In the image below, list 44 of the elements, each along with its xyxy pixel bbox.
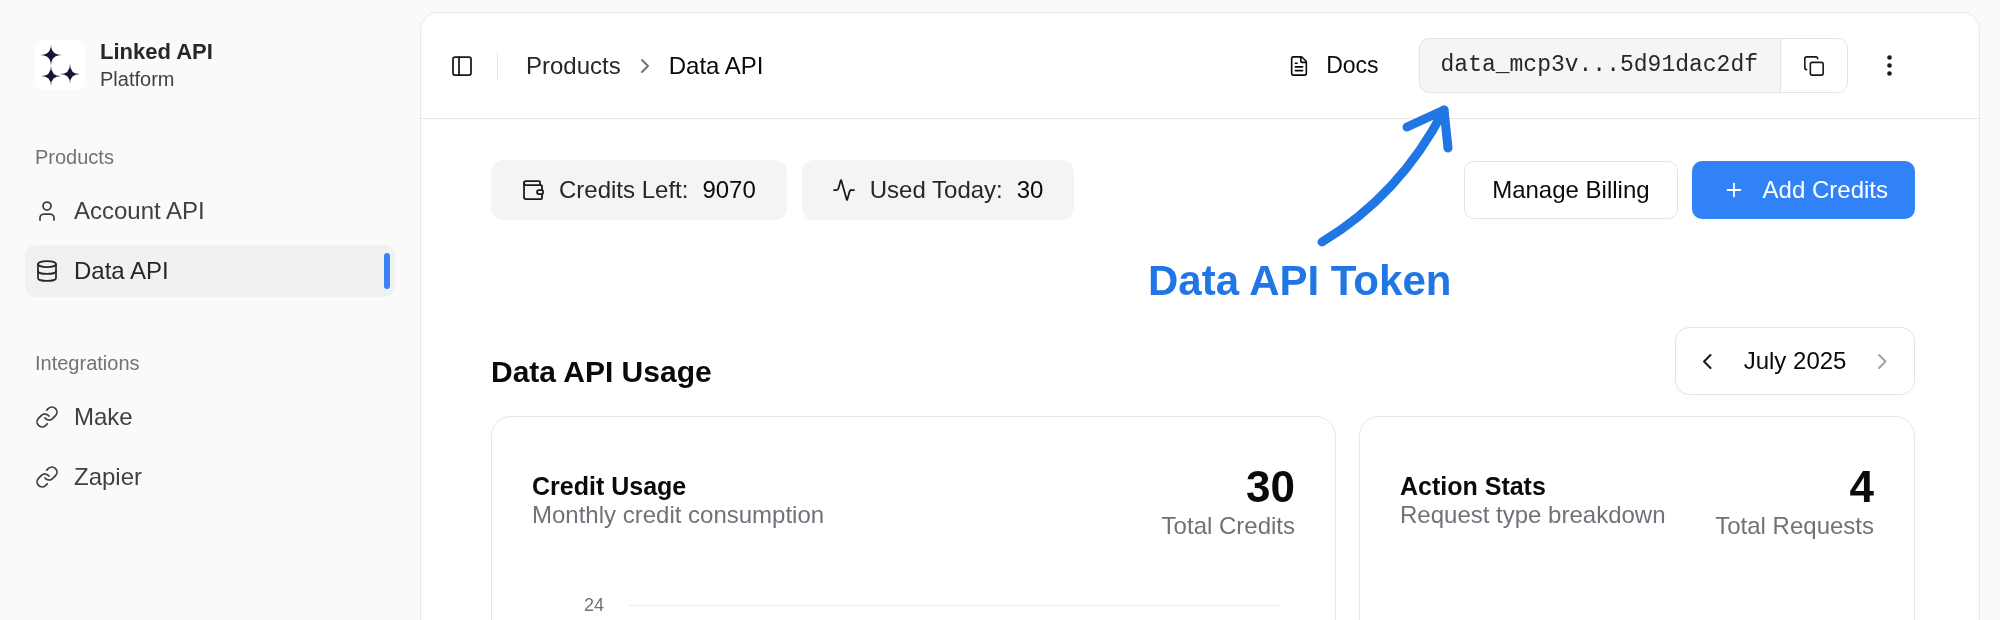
card-subtitle: Request type breakdown [1400,501,1666,529]
stat-value: 30 [1016,175,1044,205]
axis-tick-label: 24 [582,594,604,616]
stat-label: Used Today: [869,175,1003,205]
brand-name: Linked API [100,38,213,66]
chevron-right-icon [640,58,649,73]
link-icon [35,465,59,489]
card-total-label: Total Credits [1161,512,1295,540]
section-heading: Data API Usage [491,354,712,390]
annotation-text: Data API Token [1148,257,1452,305]
copy-icon [1803,54,1825,77]
api-token-value: data_mcp3v...5d91dac2df [1439,51,1759,81]
more-icon [1886,55,1892,76]
manage-billing-button[interactable]: Manage Billing [1464,161,1678,219]
copy-button[interactable] [1780,39,1847,92]
chevron-left-icon [1703,353,1712,369]
month-label: July 2025 [1742,346,1848,376]
database-icon [35,259,59,283]
sidebar-item[interactable]: Make [25,391,395,443]
link-icon [35,405,59,429]
chevron-right-icon [1878,353,1887,369]
card-subtitle: Monthly credit consumption [532,501,825,529]
breadcrumb-link[interactable]: Products [526,47,621,84]
brand-subtitle: Platform [100,67,176,92]
pulse-icon [831,178,856,202]
active-indicator [384,253,390,289]
add-credits-button[interactable]: Add Credits [1691,161,1915,219]
card-total-label: Total Requests [1715,512,1874,540]
wallet-icon [521,178,545,202]
stat-label: Credits Left: [559,175,689,205]
api-token-field[interactable]: data_mcp3v...5d91dac2df [1418,38,1848,93]
section-label: Integrations [34,351,141,376]
sidebar-item[interactable]: Account API [25,185,395,237]
card-title: Credit Usage [532,471,688,501]
stat-value: 9070 [702,175,756,205]
sidebar-item[interactable]: Data API [25,245,395,297]
card-total: 4 [1849,462,1874,512]
card-title: Action Stats [1400,471,1547,501]
section-label: Products [34,145,115,170]
breadcrumb-current: Data API [668,50,764,81]
card-total: 30 [1246,462,1295,512]
sidebar-item[interactable]: Zapier [25,451,395,503]
docs-link[interactable]: Docs [1288,48,1379,83]
panel-left-icon [450,53,474,78]
